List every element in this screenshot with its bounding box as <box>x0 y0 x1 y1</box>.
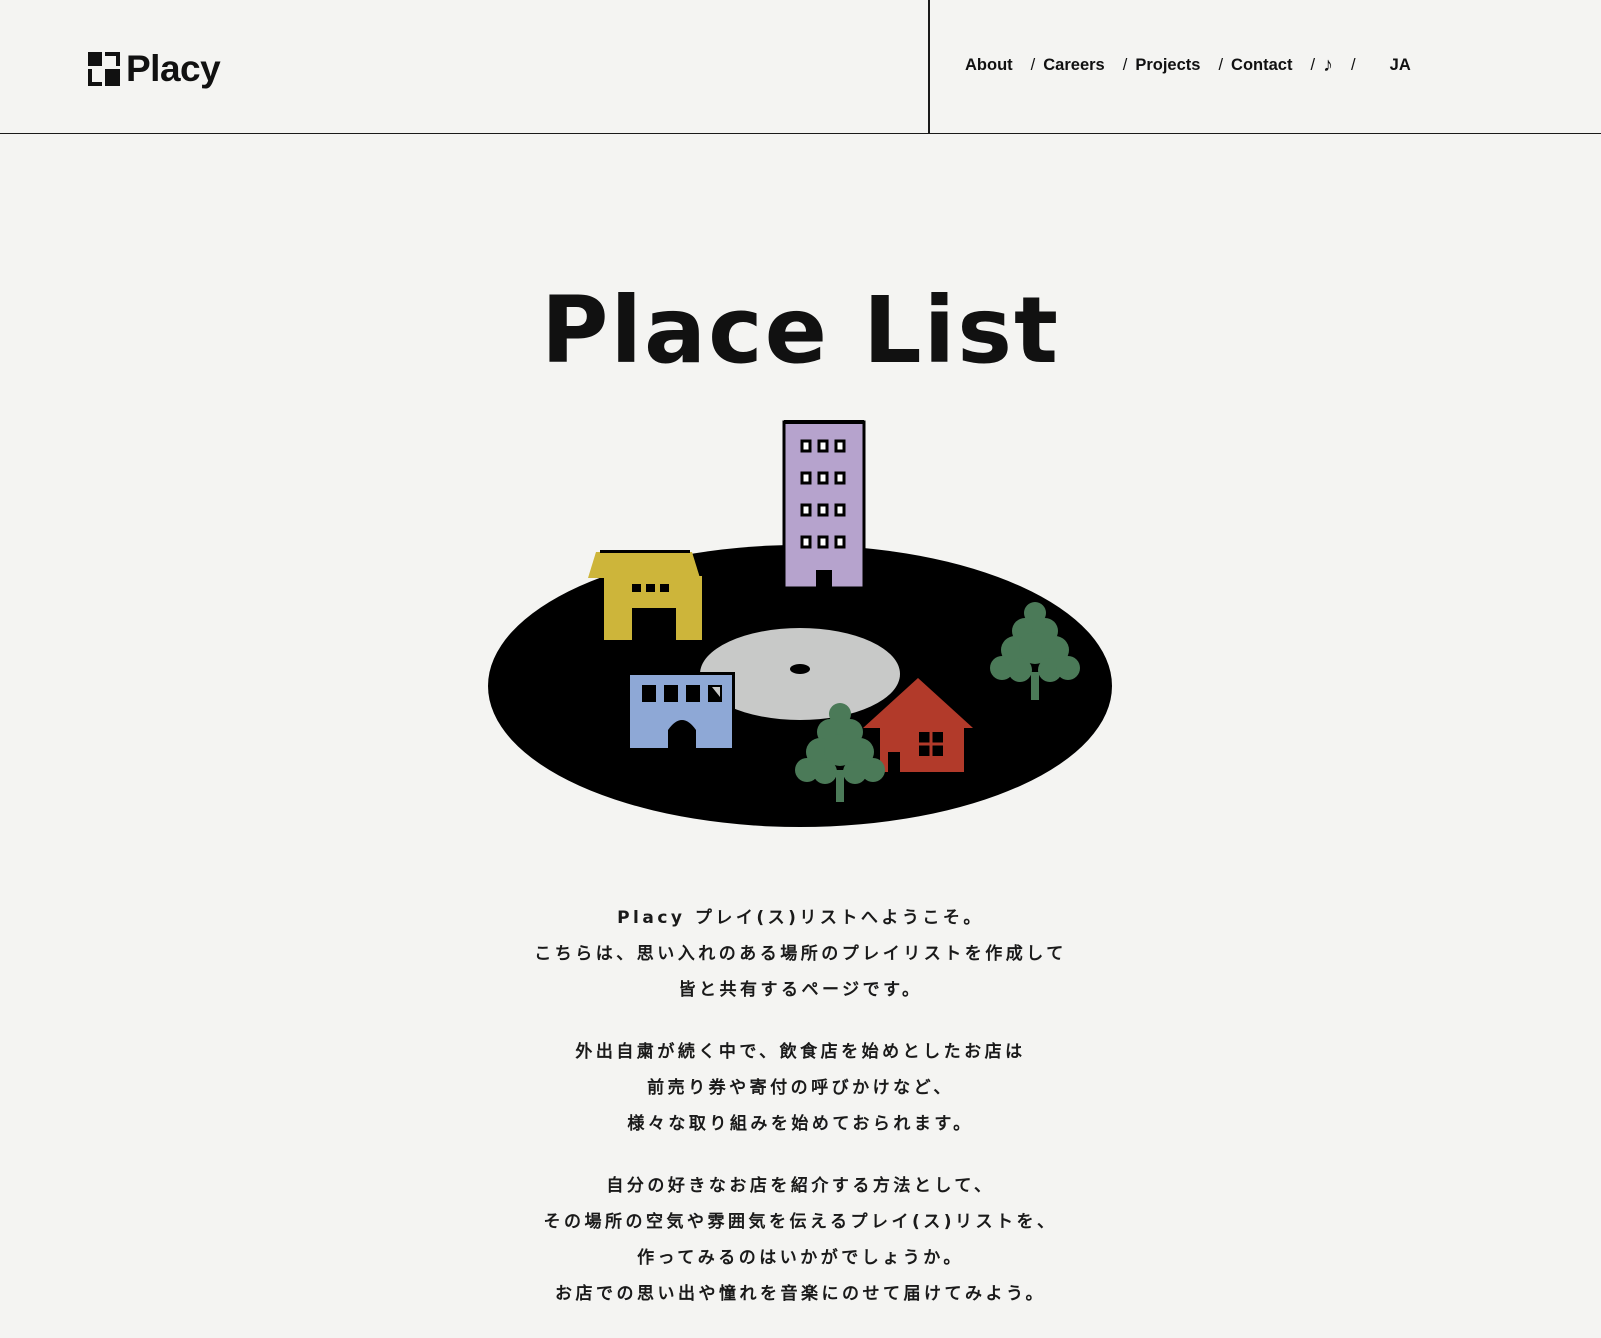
blue-building-icon <box>630 672 735 748</box>
intro-line: 様々な取り組みを始めておられます。 <box>627 1114 974 1134</box>
intro-line: 作ってみるのはいかがでしょうか。 <box>637 1248 964 1268</box>
intro-line: 外出自粛が続く中で、飲食店を始めとしたお店は <box>575 1042 1026 1062</box>
logo-text: Placy <box>126 48 221 89</box>
intro-line: 自分の好きなお店を紹介する方法として、 <box>606 1176 995 1196</box>
intro-line: お店での思い出や憧れを音楽にのせて届けてみよう。 <box>555 1284 1046 1304</box>
nav-separator: / <box>1030 55 1036 74</box>
nav-separator: / <box>1122 55 1128 74</box>
main-nav: About / Careers / Projects / Contact / ♪… <box>965 55 1411 75</box>
nav-contact[interactable]: Contact <box>1231 56 1292 75</box>
nav-separator: / <box>1310 55 1316 74</box>
placy-logo-icon <box>88 51 120 86</box>
header-divider <box>928 0 930 134</box>
intro-paragraph: 外出自粛が続く中で、飲食店を始めとしたお店は 前売り券や寄付の呼びかけなど、 様… <box>0 1034 1601 1142</box>
intro-paragraph: Placy プレイ(ス)リストへようこそ。 こちらは、思い入れのある場所のプレイ… <box>0 900 1601 1008</box>
intro-line: 皆と共有するページです。 <box>678 980 923 1000</box>
page-title: Place List <box>541 277 1060 384</box>
purple-building-icon <box>782 420 866 590</box>
yellow-house-icon <box>588 550 702 640</box>
language-switch[interactable]: JA <box>1390 56 1411 75</box>
record-hole <box>790 664 810 674</box>
intro-line: その場所の空気や雰囲気を伝えるプレイ(ス)リストを、 <box>543 1212 1058 1232</box>
intro-line: 前売り券や寄付の呼びかけなど、 <box>647 1078 954 1098</box>
intro-line: こちらは、思い入れのある場所のプレイリストを作成して <box>534 944 1067 964</box>
music-note-icon[interactable]: ♪ <box>1323 55 1333 75</box>
nav-projects[interactable]: Projects <box>1135 56 1200 75</box>
nav-careers[interactable]: Careers <box>1043 56 1104 75</box>
nav-about[interactable]: About <box>965 56 1013 75</box>
intro-line: Placy プレイ(ス)リストへようこそ。 <box>617 908 984 928</box>
site-header: Placy About / Careers / Projects / Conta… <box>0 0 1601 134</box>
intro-paragraph: 自分の好きなお店を紹介する方法として、 その場所の空気や雰囲気を伝えるプレイ(ス… <box>0 1168 1601 1312</box>
nav-separator: / <box>1351 55 1356 74</box>
intro-text: Placy プレイ(ス)リストへようこそ。 こちらは、思い入れのある場所のプレイ… <box>0 900 1601 1338</box>
logo-link[interactable]: Placy <box>88 48 221 89</box>
record-town-illustration <box>470 410 1120 835</box>
nav-separator: / <box>1218 55 1224 74</box>
